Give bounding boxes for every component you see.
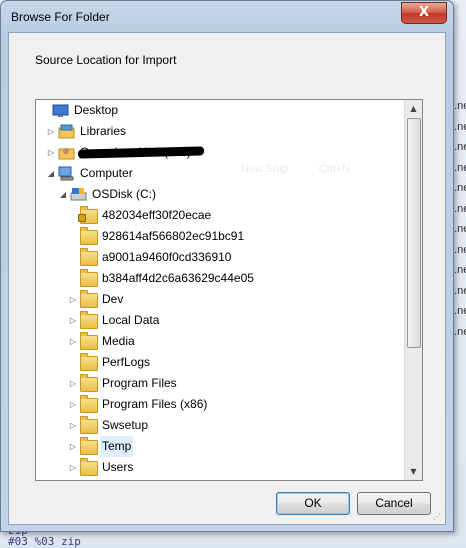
collapsed-arrow-icon[interactable]: ▷	[46, 142, 56, 163]
tree-item[interactable]: Desktop	[36, 100, 396, 121]
collapsed-arrow-icon[interactable]: ▷	[68, 394, 78, 415]
user-folder-icon	[58, 145, 75, 160]
tree-item-label: Consales, AIcA (BrL)	[77, 142, 205, 163]
dialog-prompt: Source Location for Import	[35, 53, 177, 67]
libraries-icon	[58, 124, 75, 139]
browse-for-folder-dialog: Browse For Folder X Source Location for …	[0, 0, 454, 532]
tree-item-label: Media	[102, 334, 135, 348]
folder-icon	[80, 353, 98, 371]
locked-folder-icon	[78, 206, 98, 224]
collapsed-arrow-icon[interactable]: ▷	[68, 373, 78, 394]
expanded-arrow-icon[interactable]: ◢	[46, 163, 56, 184]
tree-item[interactable]: ▷ Users	[36, 457, 396, 478]
tree-item-label: 928614af566802ec91bc91	[102, 229, 245, 243]
scroll-down-arrow-icon[interactable]: ▼	[405, 463, 422, 480]
folder-icon	[80, 374, 98, 392]
dialog-title: Browse For Folder	[11, 10, 110, 24]
tree-item[interactable]: ▷ Dev	[36, 289, 396, 310]
tree-item[interactable]: ▷ Consales, AIcA (BrL)	[36, 142, 396, 163]
folder-icon	[80, 395, 98, 413]
vertical-scrollbar[interactable]: ▲ ▼	[404, 100, 422, 480]
folder-icon	[80, 227, 98, 245]
desktop-icon	[52, 103, 69, 118]
tree-item[interactable]: ▷ Program Files	[36, 373, 396, 394]
scroll-thumb[interactable]	[407, 118, 421, 348]
tree-item[interactable]: ▷ Media	[36, 331, 396, 352]
redaction-mark	[77, 146, 205, 159]
tree-item[interactable]: ▷ Program Files (x86)	[36, 394, 396, 415]
scroll-up-arrow-icon[interactable]: ▲	[405, 100, 422, 117]
collapsed-arrow-icon[interactable]: ▷	[68, 415, 78, 436]
tree-item-label: Dev	[102, 292, 124, 306]
folder-icon	[80, 437, 98, 455]
tree-item[interactable]: 928614af566802ec91bc91	[36, 226, 396, 247]
ghost-text: New Snip Ctrl+N	[241, 163, 351, 175]
collapsed-arrow-icon[interactable]: ▷	[68, 436, 78, 457]
resize-grip-icon[interactable]: ⋰	[433, 512, 443, 522]
folder-icon	[80, 248, 98, 266]
tree-item[interactable]: ◢ OSDisk (C:)	[36, 184, 396, 205]
background-code: #03 %03 zip	[8, 535, 81, 548]
tree-item-label: Desktop	[74, 103, 119, 117]
tree-item[interactable]: ▷ Swsetup	[36, 415, 396, 436]
tree-item-label: a9001a9460f0cd336910	[102, 250, 232, 264]
tree-item[interactable]: b384aff4d2c6a63629c44e05	[36, 268, 396, 289]
folder-icon	[80, 458, 98, 476]
computer-icon	[58, 166, 75, 181]
tree-item-label: Users	[102, 460, 134, 474]
collapsed-arrow-icon[interactable]: ▷	[68, 331, 78, 352]
drive-icon	[70, 187, 87, 202]
collapsed-arrow-icon[interactable]: ▷	[46, 121, 56, 142]
tree-item-label: Temp	[100, 436, 134, 457]
tree-item-label: Swsetup	[102, 418, 149, 432]
tree-item[interactable]: 482034eff30f20ecae	[36, 205, 396, 226]
collapsed-arrow-icon[interactable]: ▷	[68, 457, 78, 478]
tree-item[interactable]: a9001a9460f0cd336910	[36, 247, 396, 268]
tree-item-label: Program Files (x86)	[102, 397, 208, 411]
folder-icon	[80, 311, 98, 329]
tree-item-label: b384aff4d2c6a63629c44e05	[102, 271, 254, 285]
cancel-button[interactable]: Cancel	[357, 492, 431, 515]
tree-item-label: OSDisk (C:)	[92, 187, 156, 201]
dialog-body: Source Location for Import ▲ ▼ Desktop ▷ L…	[8, 32, 446, 525]
folder-icon	[80, 332, 98, 350]
close-button[interactable]: X	[401, 2, 447, 24]
tree-item[interactable]: ▷ Local Data	[36, 310, 396, 331]
ok-button[interactable]: OK	[276, 492, 350, 515]
tree-item-label: Program Files	[102, 376, 177, 390]
tree-item[interactable]: ▷ Temp	[36, 436, 396, 457]
expanded-arrow-icon[interactable]: ◢	[58, 184, 68, 205]
folder-icon	[80, 269, 98, 287]
tree-item[interactable]: ▷ Libraries	[36, 121, 396, 142]
folder-icon	[80, 290, 98, 308]
collapsed-arrow-icon[interactable]: ▷	[68, 310, 78, 331]
tree-item-label: 482034eff30f20ecae	[102, 208, 212, 222]
tree-item-label: Computer	[80, 166, 133, 180]
folder-tree[interactable]: ▲ ▼ Desktop ▷ Libraries ▷ Consales, AIcA (Br…	[35, 99, 423, 481]
title-bar[interactable]: Browse For Folder X	[1, 1, 453, 33]
folder-icon	[80, 416, 98, 434]
tree-item-label: Local Data	[102, 313, 160, 327]
tree-item-label: PerfLogs	[102, 355, 151, 369]
tree-item-label: Libraries	[80, 124, 127, 138]
tree-item[interactable]: PerfLogs	[36, 352, 396, 373]
collapsed-arrow-icon[interactable]: ▷	[68, 289, 78, 310]
